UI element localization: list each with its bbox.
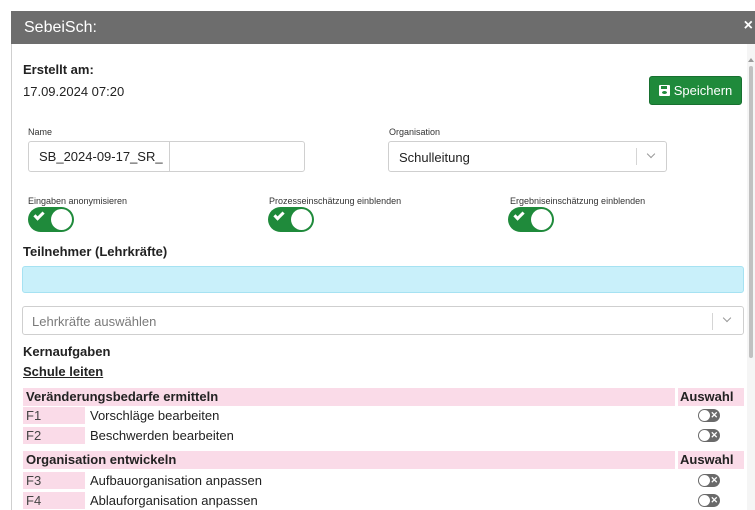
task-select-switch[interactable]: ✕ <box>698 429 720 442</box>
task-group-header: Organisation entwickeln Auswahl <box>23 451 744 469</box>
task-row: F2 Beschwerden bearbeiten ✕ <box>23 427 744 444</box>
window-border <box>11 44 12 510</box>
toggle-knob <box>51 209 72 230</box>
organisation-label: Organisation <box>389 127 441 137</box>
x-icon: ✕ <box>710 410 718 420</box>
task-code: F4 <box>23 492 85 509</box>
check-icon <box>513 209 525 221</box>
participants-heading: Teilnehmer (Lehrkräfte) <box>23 244 168 259</box>
scroll-up-arrow-icon[interactable] <box>748 58 754 62</box>
name-field[interactable]: SB_2024-09-17_SR_ <box>28 141 305 172</box>
x-icon: ✕ <box>710 495 718 505</box>
check-icon <box>273 209 285 221</box>
toggle-label-anonymize: Eingaben anonymisieren <box>28 196 128 206</box>
save-button[interactable]: Speichern <box>649 76 742 105</box>
select-separator <box>636 148 637 165</box>
task-select-switch[interactable]: ✕ <box>698 494 720 507</box>
task-select-switch[interactable]: ✕ <box>698 409 720 422</box>
scrollbar-thumb[interactable] <box>749 66 753 358</box>
x-icon: ✕ <box>710 430 718 440</box>
teacher-select[interactable]: Lehrkräfte auswählen <box>22 306 744 335</box>
toggle-anonymize[interactable] <box>28 207 74 232</box>
created-label: Erstellt am: <box>23 62 94 77</box>
task-group-header: Veränderungsbedarfe ermitteln Auswahl <box>23 388 744 406</box>
check-icon <box>33 209 45 221</box>
section-link-schule-leiten[interactable]: Schule leiten <box>23 364 103 379</box>
toggle-knob <box>291 209 312 230</box>
selection-column-header: Auswahl <box>678 388 744 406</box>
task-label: Vorschläge bearbeiten <box>90 408 220 423</box>
floppy-disk-icon <box>658 85 670 96</box>
chevron-down-icon[interactable] <box>722 313 732 323</box>
core-tasks-heading: Kernaufgaben <box>23 344 111 359</box>
organisation-select-value: Schulleitung <box>399 150 470 165</box>
window-title: SebeiSch: <box>24 19 97 36</box>
participants-list[interactable] <box>22 266 744 293</box>
toggle-process-assessment[interactable] <box>268 207 314 232</box>
x-icon: ✕ <box>710 475 718 485</box>
window-titlebar: SebeiSch: × <box>11 11 755 44</box>
select-separator <box>712 313 713 330</box>
organisation-select[interactable]: Schulleitung <box>388 141 667 172</box>
task-group-name: Organisation entwickeln <box>23 451 675 469</box>
task-label: Aufbauorganisation anpassen <box>90 473 263 488</box>
switch-knob <box>699 495 710 506</box>
switch-knob <box>699 410 710 421</box>
task-code: F2 <box>23 427 85 444</box>
toggle-knob <box>531 209 552 230</box>
task-group-name: Veränderungsbedarfe ermitteln <box>23 388 675 406</box>
save-button-label: Speichern <box>673 83 733 98</box>
switch-knob <box>699 475 710 486</box>
toggle-label-process: Prozesseinschätzung einblenden <box>269 196 402 206</box>
name-field-value[interactable]: SB_2024-09-17_SR_ <box>29 142 170 171</box>
switch-knob <box>699 430 710 441</box>
task-row: F3 Aufbauorganisation anpassen ✕ <box>23 472 744 489</box>
scrollbar[interactable] <box>747 44 755 510</box>
toggle-result-assessment[interactable] <box>508 207 554 232</box>
task-row: F4 Ablauforganisation anpassen ✕ <box>23 492 744 509</box>
chevron-down-icon[interactable] <box>646 149 656 159</box>
task-label: Ablauforganisation anpassen <box>90 493 258 508</box>
name-label: Name <box>28 127 53 137</box>
created-value: 17.09.2024 07:20 <box>23 84 125 99</box>
close-icon[interactable]: × <box>744 18 753 34</box>
task-label: Beschwerden bearbeiten <box>90 428 234 443</box>
task-select-switch[interactable]: ✕ <box>698 474 720 487</box>
task-code: F1 <box>23 407 85 424</box>
task-code: F3 <box>23 472 85 489</box>
teacher-select-placeholder: Lehrkräfte auswählen <box>32 314 157 329</box>
task-row: F1 Vorschläge bearbeiten ✕ <box>23 407 744 424</box>
toggle-label-result: Ergebniseinschätzung einblenden <box>510 196 646 206</box>
selection-column-header: Auswahl <box>678 451 744 469</box>
